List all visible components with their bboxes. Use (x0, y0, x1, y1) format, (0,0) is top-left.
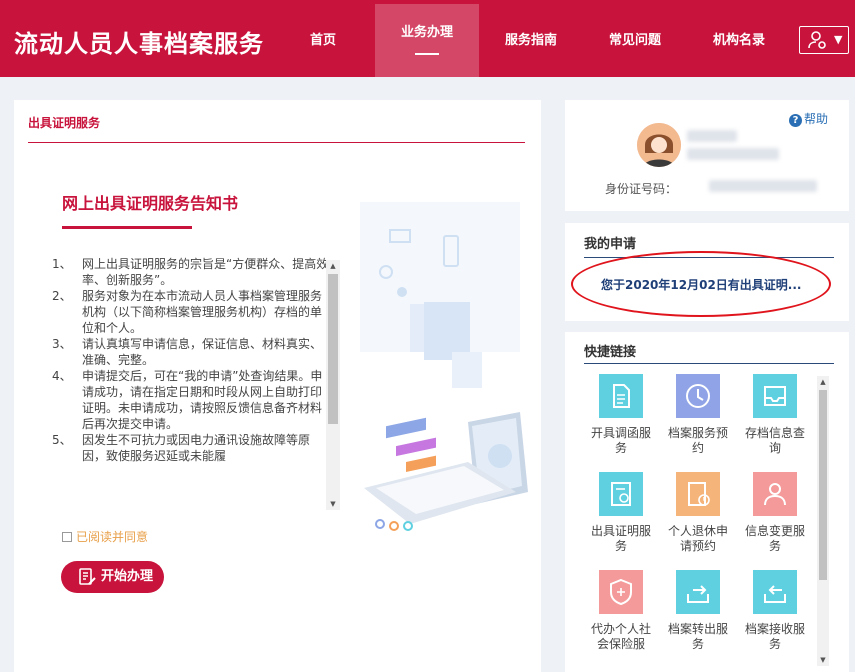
scroll-up-icon[interactable]: ▲ (326, 260, 340, 272)
divider (584, 363, 834, 364)
notice-item: 3、 请认真填写申请信息，保证信息、材料真实、准确、完整。 (52, 337, 323, 367)
nav-directory[interactable]: 机构名录 (687, 4, 791, 77)
quick-links-title: 快捷链接 (584, 345, 637, 360)
notice-item: 1、 网上出具证明服务的宗旨是“方便群众、提高效率、创新服务”。 (52, 257, 329, 287)
tray-in-icon (753, 570, 797, 614)
certificate-service-panel: 出具证明服务 网上出具证明服务告知书 1、 网上出具证明服务的宗旨是“方便群众、提… (14, 100, 541, 672)
person-edit-icon (753, 472, 797, 516)
user-menu-button[interactable]: ▼ (799, 26, 849, 54)
shield-icon (599, 570, 643, 614)
quick-link-social-insurance[interactable]: 代办个人社会保险服 (591, 570, 651, 652)
workflow-illustration (360, 202, 528, 531)
checkbox-box[interactable] (62, 532, 72, 542)
scroll-down-icon[interactable]: ▼ (326, 498, 340, 510)
chevron-down-icon: ▼ (834, 33, 843, 46)
edit-document-icon (79, 568, 96, 585)
top-header: 流动人员人事档案服务 首页 业务办理 服务指南 常见问题 机构名录 ▼ (0, 0, 855, 77)
help-icon: ? (789, 114, 802, 127)
redacted-name (687, 130, 737, 142)
notice-title: 网上出具证明服务告知书 (62, 194, 239, 213)
notice-scrollbar[interactable]: ▲ ▼ (326, 260, 340, 510)
scrollbar-thumb[interactable] (819, 390, 827, 580)
quick-link-certificate-service[interactable]: 出具证明服务 (591, 472, 651, 554)
certificate-icon (599, 472, 643, 516)
notice-item: 4、 申请提交后，可在“我的申请”处查询结果。申请成功，请在指定日期和时段从网上自… (52, 369, 323, 431)
quick-link-archive-receive[interactable]: 档案接收服务 (745, 570, 805, 652)
scroll-up-icon[interactable]: ▲ (817, 376, 829, 388)
quick-link-info-change[interactable]: 信息变更服务 (745, 472, 805, 554)
redacted-info (687, 148, 779, 160)
quick-link-retirement-appointment[interactable]: 个人退休申请预约 (668, 472, 728, 554)
quick-links-scrollbar[interactable]: ▲ ▼ (817, 376, 829, 666)
quick-link-archive-transfer-out[interactable]: 档案转出服务 (668, 570, 728, 652)
notice-scroll-area[interactable]: 1、 网上出具证明服务的宗旨是“方便群众、提高效率、创新服务”。 2、 服务对象为在… (50, 256, 330, 510)
my-applications-card: 我的申请 您于2020年12月02日有出具证明... (565, 223, 849, 321)
notice-item: 2、 服务对象为在本市流动人员人事档案管理服务机构（以下简称档案管理服务机构）存档… (52, 289, 323, 335)
nav-service-guide[interactable]: 服务指南 (479, 4, 583, 77)
quick-link-archive-appointment[interactable]: 档案服务预约 (668, 374, 728, 456)
document-icon (599, 374, 643, 418)
agree-label: 已阅读并同意 (76, 530, 149, 544)
quick-link-archive-query[interactable]: 存档信息查询 (745, 374, 805, 456)
quick-link-issue-transfer-letter[interactable]: 开具调函服务 (591, 374, 651, 456)
tray-out-icon (676, 570, 720, 614)
id-number-label: 身份证号码： (605, 182, 678, 196)
nav-faq[interactable]: 常见问题 (583, 4, 687, 77)
my-applications-title: 我的申请 (584, 237, 637, 252)
profile-card: ? 帮助 身份证号码： (565, 100, 849, 211)
start-button-label: 开始办理 (101, 569, 154, 584)
redacted-id-number (709, 180, 817, 192)
section-title: 出具证明服务 (28, 116, 101, 130)
scrollbar-thumb[interactable] (328, 274, 338, 424)
quick-links-card: 快捷链接 开具调函服务 档案服务预约 存档信息查询 出具证明服务 个人退休申请预… (565, 332, 849, 672)
start-button[interactable]: 开始办理 (61, 561, 164, 593)
nav-business[interactable]: 业务办理 (375, 4, 479, 77)
scroll-down-icon[interactable]: ▼ (817, 654, 829, 666)
retire-doc-icon (676, 472, 720, 516)
notice-item: 5、 因发生不可抗力或因电力通讯设施故障等原因，致使服务迟延或未能履 (52, 433, 311, 463)
site-title: 流动人员人事档案服务 (14, 30, 264, 58)
agree-checkbox[interactable]: 已阅读并同意 (62, 528, 148, 545)
title-underline (62, 226, 192, 229)
divider (28, 142, 525, 143)
clock-icon (676, 374, 720, 418)
nav-home[interactable]: 首页 (271, 4, 375, 77)
highlight-annotation (571, 251, 831, 317)
inbox-icon (753, 374, 797, 418)
user-gear-icon (808, 31, 826, 49)
help-link[interactable]: ? 帮助 (789, 110, 828, 127)
avatar (637, 123, 681, 167)
